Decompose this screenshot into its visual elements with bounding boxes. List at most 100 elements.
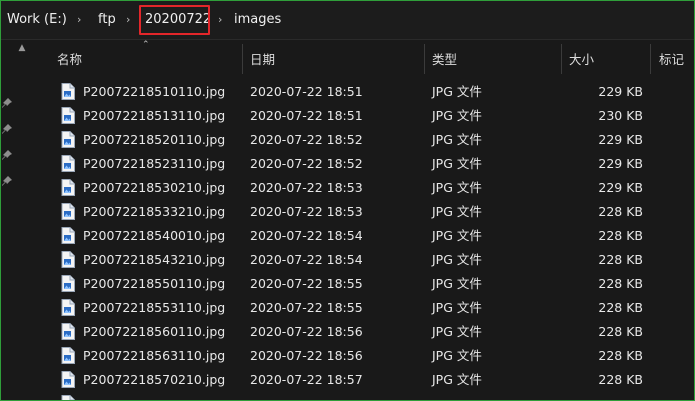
file-size: 228 KB [598, 348, 643, 363]
file-type: JPG 文件 [432, 276, 482, 291]
pin-icon[interactable] [2, 176, 12, 186]
file-date: 2020-07-22 18:55 [250, 300, 363, 315]
file-name: P20072218560110.jpg [83, 324, 226, 339]
file-name: P20072218540010.jpg [83, 228, 226, 243]
file-type: JPG 文件 [432, 132, 482, 147]
file-name: P20072218513110.jpg [83, 108, 226, 123]
breadcrumb-ftp[interactable]: ftp [98, 1, 116, 39]
file-name: P20072218520110.jpg [83, 132, 226, 147]
file-date: 2020-07-22 18:54 [250, 252, 363, 267]
jpg-file-icon [61, 371, 75, 388]
file-date: 2020-07-22 18:54 [250, 228, 363, 243]
pin-icon[interactable] [2, 150, 12, 160]
file-date: 2020-07-22 18:52 [250, 156, 363, 171]
pin-icon[interactable] [2, 124, 12, 134]
file-date: 2020-07-22 18:56 [250, 324, 363, 339]
file-size: 228 KB [598, 276, 643, 291]
red-highlight-box [139, 5, 210, 35]
scroll-up-arrow-icon[interactable]: ▲ [15, 41, 29, 55]
column-divider[interactable] [561, 44, 562, 74]
address-bar[interactable]: Work (E:) › ftp › 20200722 › images [1, 1, 694, 40]
file-row[interactable]: P20072218543210.jpg 2020-07-22 18:54 JPG 文… [29, 248, 694, 272]
file-date: 2020-07-22 18:55 [250, 276, 363, 291]
file-type: JPG 文件 [432, 180, 482, 195]
column-header-type[interactable]: 类型 [432, 40, 457, 80]
column-divider[interactable] [650, 44, 651, 74]
jpg-file-icon [61, 179, 75, 196]
file-date: 2020-07-22 18:53 [250, 204, 363, 219]
file-row[interactable]: P20072218570210.jpg 2020-07-22 18:57 JPG 文… [29, 368, 694, 392]
file-size: 229 KB [598, 156, 643, 171]
file-type: JPG 文件 [432, 84, 482, 99]
chevron-right-icon[interactable]: › [218, 1, 222, 39]
file-type: JPG 文件 [432, 300, 482, 315]
jpg-file-icon [61, 203, 75, 220]
column-header-tag[interactable]: 标记 [659, 40, 684, 80]
file-type: JPG 文件 [432, 228, 482, 243]
jpg-file-icon [61, 83, 75, 100]
file-row[interactable]: P20072218560110.jpg 2020-07-22 18:56 JPG 文… [29, 320, 694, 344]
jpg-file-icon [61, 251, 75, 268]
chevron-right-icon[interactable]: › [77, 1, 81, 39]
file-row[interactable] [29, 392, 694, 400]
file-name: P20072218570210.jpg [83, 372, 226, 387]
file-name: P20072218510110.jpg [83, 84, 226, 99]
file-row[interactable]: P20072218530210.jpg 2020-07-22 18:53 JPG 文… [29, 176, 694, 200]
file-size: 228 KB [598, 300, 643, 315]
file-type: JPG 文件 [432, 372, 482, 387]
file-size: 228 KB [598, 372, 643, 387]
jpg-file-icon [61, 275, 75, 292]
file-date: 2020-07-22 18:52 [250, 132, 363, 147]
file-row[interactable]: P20072218563110.jpg 2020-07-22 18:56 JPG 文… [29, 344, 694, 368]
file-row[interactable]: P20072218520110.jpg 2020-07-22 18:52 JPG 文… [29, 128, 694, 152]
file-row[interactable]: P20072218550110.jpg 2020-07-22 18:55 JPG 文… [29, 272, 694, 296]
sort-ascending-icon: ⌃ [142, 40, 150, 50]
file-type: JPG 文件 [432, 252, 482, 267]
jpg-file-icon [61, 323, 75, 340]
file-name: P20072218553110.jpg [83, 300, 226, 315]
file-type: JPG 文件 [432, 204, 482, 219]
jpg-file-icon [61, 107, 75, 124]
file-size [571, 392, 643, 400]
jpg-file-icon [61, 155, 75, 172]
file-date: 2020-07-22 18:57 [250, 372, 363, 387]
file-type: JPG 文件 [432, 108, 482, 123]
jpg-file-icon [61, 299, 75, 316]
breadcrumb-images[interactable]: images [234, 1, 281, 39]
breadcrumb-drive[interactable]: Work (E:) [7, 1, 67, 39]
column-divider[interactable] [242, 44, 243, 74]
jpg-file-icon [61, 395, 75, 400]
file-size: 230 KB [598, 108, 643, 123]
file-date: 2020-07-22 18:53 [250, 180, 363, 195]
file-type: JPG 文件 [432, 348, 482, 363]
file-name: P20072218550110.jpg [83, 276, 226, 291]
file-size: 229 KB [598, 84, 643, 99]
column-header-date[interactable]: 日期 [250, 40, 275, 80]
file-date: 2020-07-22 18:51 [250, 84, 363, 99]
file-type: JPG 文件 [432, 324, 482, 339]
file-size: 228 KB [598, 252, 643, 267]
file-date: 2020-07-22 18:51 [250, 108, 363, 123]
file-name: P20072218533210.jpg [83, 204, 226, 219]
chevron-right-icon[interactable]: › [126, 1, 130, 39]
file-row[interactable]: P20072218513110.jpg 2020-07-22 18:51 JPG 文… [29, 104, 694, 128]
jpg-file-icon [61, 347, 75, 364]
file-row[interactable]: P20072218523110.jpg 2020-07-22 18:52 JPG 文… [29, 152, 694, 176]
file-row[interactable]: P20072218510110.jpg 2020-07-22 18:51 JPG 文… [29, 80, 694, 104]
pin-icon[interactable] [2, 98, 12, 108]
column-header-size[interactable]: 大小 [569, 40, 594, 80]
column-header: ⌃ 名称 日期 类型 大小 标记 [29, 40, 694, 80]
file-size: 228 KB [598, 324, 643, 339]
file-type: JPG 文件 [432, 156, 482, 171]
jpg-file-icon [61, 227, 75, 244]
file-row[interactable]: P20072218553110.jpg 2020-07-22 18:55 JPG 文… [29, 296, 694, 320]
file-date: 2020-07-22 18:56 [250, 348, 363, 363]
column-header-name[interactable]: 名称 [57, 40, 82, 80]
file-row[interactable]: P20072218540010.jpg 2020-07-22 18:54 JPG 文… [29, 224, 694, 248]
file-row[interactable]: P20072218533210.jpg 2020-07-22 18:53 JPG 文… [29, 200, 694, 224]
file-name: P20072218523110.jpg [83, 156, 226, 171]
file-name: P20072218563110.jpg [83, 348, 226, 363]
file-size: 228 KB [598, 204, 643, 219]
navigation-pane[interactable] [1, 40, 15, 400]
column-divider[interactable] [424, 44, 425, 74]
